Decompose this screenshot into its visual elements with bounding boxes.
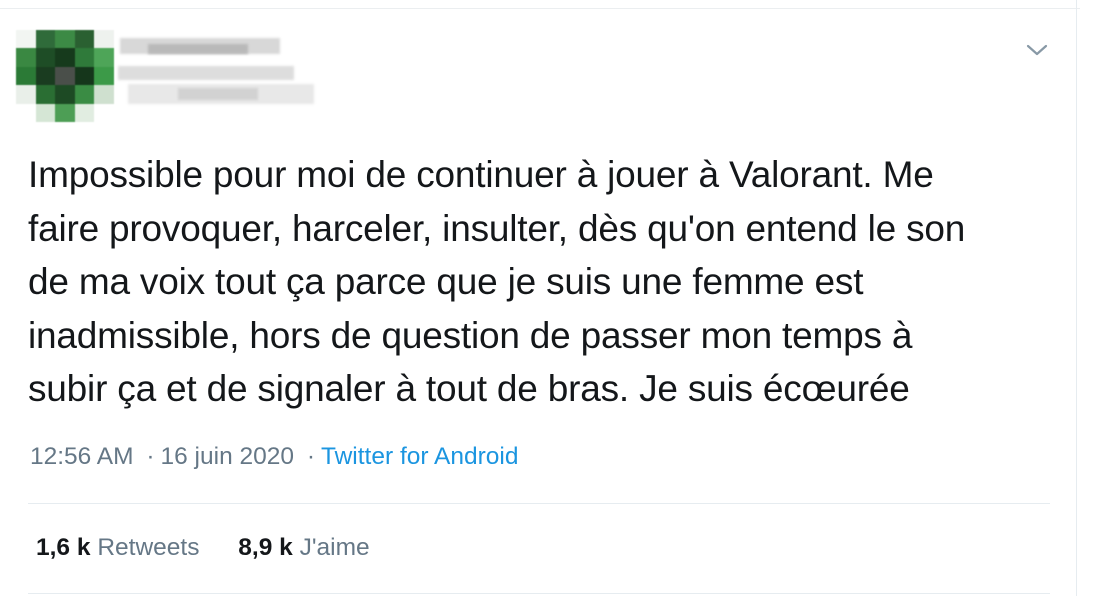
tweet-time[interactable]: 12:56 AM [30, 443, 134, 470]
meta-separator: · [306, 443, 315, 470]
retweets-count: 1,6 k [36, 534, 91, 561]
tweet-text-line: Impossible pour moi de continuer à jouer… [28, 154, 934, 195]
tweet-meta: 12:56 AM · 16 juin 2020 · Twitter for Andr… [30, 443, 518, 471]
top-divider [0, 8, 1080, 9]
likes-count: 8,9 k [238, 534, 293, 561]
tweet-stats: 1,6 k Retweets 8,9 k J'aime [36, 534, 402, 562]
avatar[interactable] [16, 30, 114, 122]
stats-divider-top [28, 503, 1050, 504]
tweet-text: Impossible pour moi de continuer à jouer… [28, 148, 1058, 416]
tweet-card: Impossible pour moi de continuer à jouer… [0, 0, 1094, 596]
retweets-label: Retweets [97, 534, 200, 561]
right-border [1076, 0, 1077, 596]
likes-stat[interactable]: 8,9 k J'aime [238, 534, 369, 562]
retweets-stat[interactable]: 1,6 k Retweets [36, 534, 199, 562]
tweet-date[interactable]: 16 juin 2020 [161, 443, 295, 470]
meta-separator: · [146, 443, 155, 470]
likes-label: J'aime [299, 534, 370, 561]
tweet-text-line: inadmissible, hors de question de passer… [28, 314, 913, 356]
user-name-censored[interactable] [118, 28, 314, 114]
tweet-text-line: faire provoquer, harceler, insulter, dès… [28, 207, 966, 249]
tweet-text-line: de ma voix tout ça parce que je suis une… [28, 261, 864, 302]
stats-divider-bottom [28, 593, 1050, 594]
tweet-text-line: subir ça et de signaler à tout de bras. … [28, 368, 910, 409]
tweet-source-link[interactable]: Twitter for Android [321, 443, 518, 470]
chevron-down-icon[interactable] [1024, 40, 1050, 60]
